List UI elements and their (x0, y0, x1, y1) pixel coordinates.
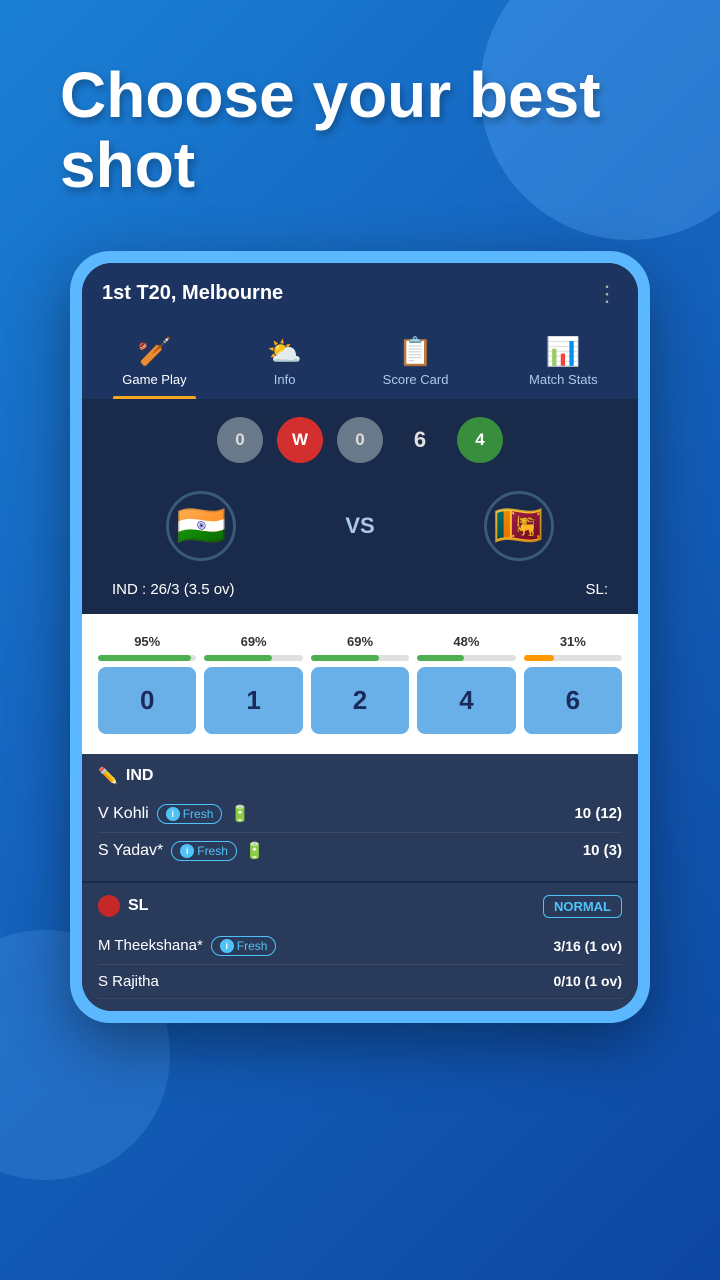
ball-0-value: 0 (235, 430, 244, 450)
ball-row: 0 W 0 6 4 (82, 399, 638, 481)
shot-0-btn[interactable]: 0 (98, 667, 196, 734)
bowling-header: SL NORMAL (98, 895, 622, 918)
bowler-1-fresh: i Fresh (211, 936, 277, 956)
shot-2: 69% 2 (311, 634, 409, 734)
bowler-1-row: M Theekshana* i Fresh 3/16 (1 ov) (98, 928, 622, 965)
game-play-icon: 🏏 (137, 335, 172, 368)
batting-section: ✏️ IND V Kohli i Fresh 🔋 10 (12) S Yadav… (82, 754, 638, 881)
hero-section: Choose your best shot (0, 0, 720, 231)
bowling-team-info: SL (98, 895, 148, 917)
batsman-1-row: V Kohli i Fresh 🔋 10 (12) (98, 796, 622, 833)
tab-info[interactable]: ⛅ Info (247, 327, 322, 399)
shot-4-btn[interactable]: 4 (417, 667, 515, 734)
shot-4: 48% 4 (417, 634, 515, 734)
batsman-2-battery-icon: 🔋 (245, 841, 265, 861)
away-team-flag: 🇱🇰 (484, 491, 554, 561)
game-play-label: Game Play (122, 372, 186, 387)
sl-dot-icon (98, 895, 120, 917)
shot-4-bar-bg (417, 655, 515, 661)
bowler-1-score: 3/16 (1 ov) (554, 938, 622, 954)
team-score-row: IND : 26/3 (3.5 ov) SL: (82, 581, 638, 614)
shot-6: 31% 6 (524, 634, 622, 734)
tab-game-play[interactable]: 🏏 Game Play (102, 327, 206, 399)
shot-6-bar (524, 655, 555, 661)
match-vs: 🇮🇳 VS 🇱🇰 (82, 481, 638, 581)
shot-6-btn[interactable]: 6 (524, 667, 622, 734)
tab-match-stats[interactable]: 📊 Match Stats (509, 327, 618, 399)
ball-0b-value: 0 (355, 430, 364, 450)
home-team-flag: 🇮🇳 (166, 491, 236, 561)
score-card-label: Score Card (383, 372, 449, 387)
hero-title: Choose your best shot (60, 60, 660, 201)
batsman-2-fresh: i Fresh (171, 841, 237, 861)
match-title: 1st T20, Melbourne (102, 282, 283, 305)
ball-6: 6 (397, 417, 443, 463)
shot-options: 95% 0 69% 1 69% (98, 634, 622, 734)
info-icon: ⛅ (267, 335, 302, 368)
batsman-1-score: 10 (12) (562, 805, 622, 822)
phone-mockup: 1st T20, Melbourne ⋮ 🏏 Game Play ⛅ Info … (70, 251, 650, 1023)
away-score: SL: (585, 581, 608, 598)
app-header: 1st T20, Melbourne ⋮ (82, 263, 638, 317)
batting-team-name: IND (126, 767, 154, 785)
shot-panel: 95% 0 69% 1 69% (82, 614, 638, 754)
ball-0b: 0 (337, 417, 383, 463)
shot-6-pct: 31% (560, 634, 586, 649)
batsman-1-battery-icon: 🔋 (230, 804, 250, 824)
batting-header: ✏️ IND (98, 766, 622, 786)
more-options-icon[interactable]: ⋮ (596, 281, 618, 307)
bowler-2-row: S Rajitha 0/10 (1 ov) (98, 965, 622, 999)
bowler-1-name: M Theekshana* (98, 937, 203, 954)
shot-1-bar-bg (204, 655, 302, 661)
ball-w: W (277, 417, 323, 463)
shot-0-pct: 95% (134, 634, 160, 649)
ball-6-value: 6 (414, 427, 426, 453)
info-label: Info (274, 372, 296, 387)
shot-2-bar-bg (311, 655, 409, 661)
shot-6-bar-bg (524, 655, 622, 661)
shot-0-bar (98, 655, 191, 661)
bowling-section: SL NORMAL M Theekshana* i Fresh 3/16 (1 … (82, 881, 638, 1011)
ball-4: 4 (457, 417, 503, 463)
info-circle-icon-3: i (220, 939, 234, 953)
shot-4-pct: 48% (453, 634, 479, 649)
batting-pencil-icon: ✏️ (98, 766, 118, 786)
shot-0-bar-bg (98, 655, 196, 661)
nav-tabs: 🏏 Game Play ⛅ Info 📋 Score Card 📊 Match … (82, 317, 638, 399)
shot-0: 95% 0 (98, 634, 196, 734)
info-circle-icon-2: i (180, 844, 194, 858)
bowler-2-name: S Rajitha (98, 973, 159, 990)
shot-2-bar (311, 655, 379, 661)
shot-2-btn[interactable]: 2 (311, 667, 409, 734)
batsman-2-row: S Yadav* i Fresh 🔋 10 (3) (98, 833, 622, 869)
shot-1-bar (204, 655, 272, 661)
ball-w-value: W (292, 430, 308, 450)
batsman-1-name: V Kohli (98, 805, 149, 823)
info-circle-icon: i (166, 807, 180, 821)
ball-4-value: 4 (475, 430, 484, 450)
shot-1-pct: 69% (241, 634, 267, 649)
bowling-team-name: SL (128, 897, 148, 915)
tab-score-card[interactable]: 📋 Score Card (363, 327, 469, 399)
bowling-mode-badge: NORMAL (543, 895, 622, 918)
shot-1-btn[interactable]: 1 (204, 667, 302, 734)
batsman-2-name: S Yadav* (98, 842, 163, 860)
score-card-icon: 📋 (398, 335, 433, 368)
shot-2-pct: 69% (347, 634, 373, 649)
home-score: IND : 26/3 (3.5 ov) (112, 581, 235, 598)
match-stats-icon: 📊 (546, 335, 581, 368)
bowler-2-score: 0/10 (1 ov) (554, 973, 622, 989)
vs-label: VS (345, 513, 374, 539)
batsman-2-score: 10 (3) (562, 842, 622, 859)
match-stats-label: Match Stats (529, 372, 598, 387)
ball-0: 0 (217, 417, 263, 463)
phone-screen: 1st T20, Melbourne ⋮ 🏏 Game Play ⛅ Info … (82, 263, 638, 1011)
batsman-1-fresh: i Fresh (157, 804, 223, 824)
shot-1: 69% 1 (204, 634, 302, 734)
shot-4-bar (417, 655, 464, 661)
